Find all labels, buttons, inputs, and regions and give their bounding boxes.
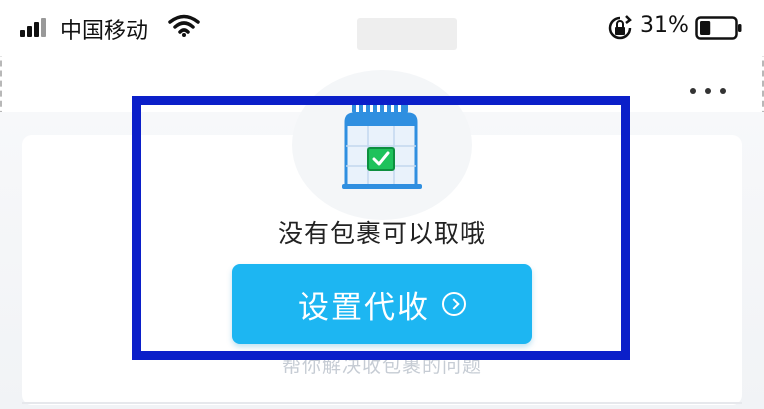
status-bar: 中国移动 31% bbox=[0, 0, 764, 56]
empty-state-message: 没有包裹可以取哦 bbox=[277, 219, 486, 248]
chevron-right-circle-icon bbox=[442, 292, 466, 316]
bottom-divider bbox=[22, 402, 742, 404]
set-proxy-pickup-button[interactable]: 设置代收 bbox=[232, 264, 532, 344]
hint-text: 帮你解决收包裹的问题 bbox=[281, 355, 482, 377]
orientation-lock-icon bbox=[608, 15, 632, 40]
parcel-locker-icon bbox=[342, 102, 422, 189]
wifi-icon bbox=[168, 14, 200, 37]
battery-icon bbox=[695, 16, 742, 40]
more-button[interactable] bbox=[688, 80, 728, 102]
signal-icon bbox=[20, 17, 50, 37]
battery-percentage: 31% bbox=[640, 13, 689, 38]
title-placeholder-blur bbox=[357, 18, 457, 50]
carrier-name: 中国移动 bbox=[60, 19, 149, 44]
set-proxy-pickup-label: 设置代收 bbox=[298, 289, 430, 326]
